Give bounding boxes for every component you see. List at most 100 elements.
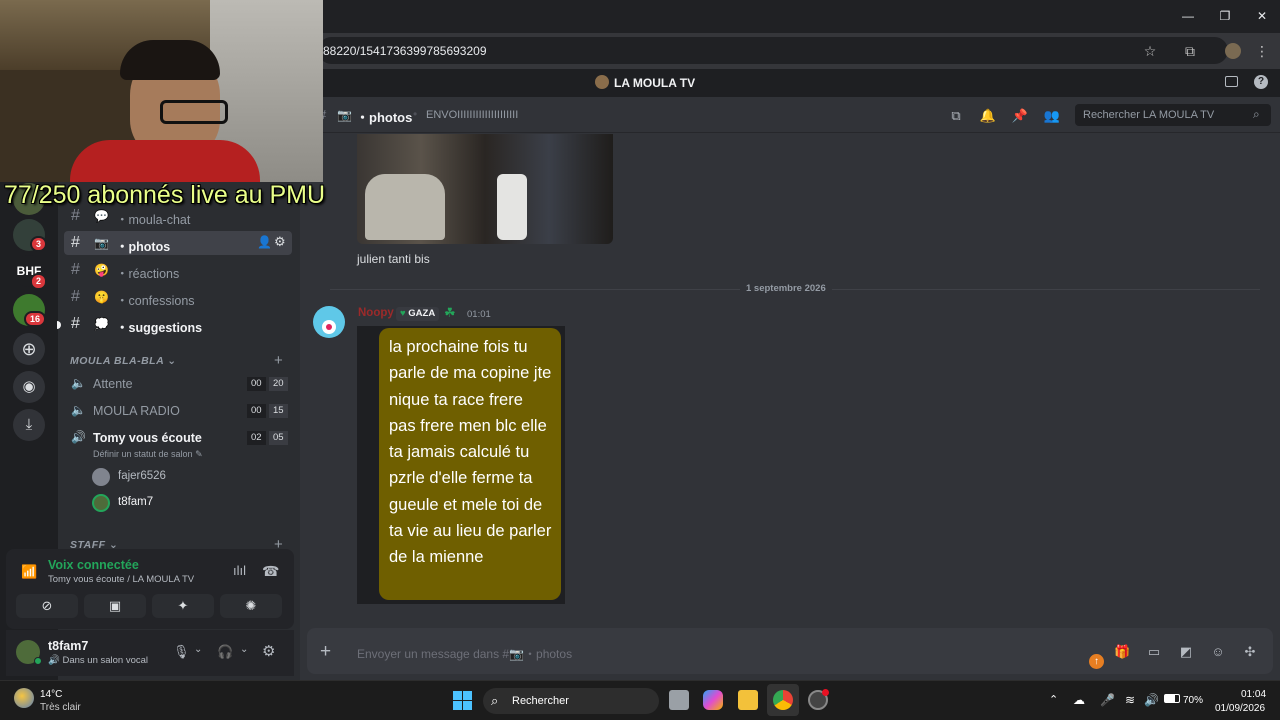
maximize-icon[interactable]: ❐: [1217, 8, 1233, 24]
headphones-icon[interactable]: 🎧: [217, 644, 233, 660]
minimize-icon[interactable]: —: [1180, 8, 1196, 24]
channel-emoji: 🤪: [94, 263, 109, 277]
search-input[interactable]: Rechercher LA MOULA TV: [1083, 109, 1214, 121]
member-list-icon[interactable]: 👥: [1043, 107, 1061, 125]
search-icon[interactable]: ⌕: [1253, 107, 1260, 122]
text-channel-icon: #: [71, 288, 80, 305]
taskbar-search[interactable]: [483, 688, 659, 714]
url-text[interactable]: 88220/1541736399785693209: [323, 44, 487, 58]
server-icon-bhf[interactable]: BHF 2: [13, 255, 48, 290]
inbox-icon[interactable]: [1225, 76, 1238, 87]
mic-icon[interactable]: 🎙: [173, 644, 190, 660]
disconnect-icon[interactable]: ☎: [262, 563, 279, 580]
menu-kebab-icon[interactable]: ⋮: [1253, 42, 1271, 60]
add-server-icon[interactable]: ⊕: [13, 333, 45, 365]
bookmark-star-icon[interactable]: ☆: [1141, 42, 1159, 60]
screen-share-button[interactable]: ▣: [84, 594, 146, 618]
soundboard-button[interactable]: ✺: [220, 594, 282, 618]
add-channel-icon[interactable]: +: [274, 352, 283, 369]
channel-confessions[interactable]: # 🤫 ・confessions: [64, 285, 292, 309]
task-view-icon[interactable]: [669, 690, 689, 710]
battery-percent[interactable]: 70%: [1183, 695, 1203, 706]
file-explorer-icon[interactable]: [738, 690, 758, 710]
help-icon[interactable]: ?: [1254, 75, 1268, 89]
battery-icon[interactable]: [1164, 694, 1180, 703]
unread-badge: 2: [30, 273, 48, 290]
gift-icon[interactable]: 🎁: [1114, 644, 1130, 660]
channel-photos[interactable]: # 📷 ・photos 👤 ⚙: [64, 231, 292, 255]
copilot-icon[interactable]: [703, 690, 723, 710]
extensions-icon[interactable]: ⧉: [1181, 42, 1199, 60]
set-channel-status[interactable]: Définir un statut de salon ✎: [93, 449, 203, 460]
boost-icon[interactable]: ↑: [1089, 654, 1104, 669]
channel-topic[interactable]: ENVOIIIIIIIIIIIIIIIIIIII: [426, 109, 518, 121]
server-title: LA MOULA TV: [614, 76, 696, 90]
chevron-up-icon[interactable]: ⌃: [1049, 693, 1058, 706]
voice-location[interactable]: Tomy vous écoute / LA MOULA TV: [48, 574, 194, 585]
wifi-icon[interactable]: ≋: [1125, 693, 1135, 707]
chevron-down-icon[interactable]: ⌄: [240, 644, 248, 655]
photo-object: [497, 174, 527, 240]
apps-icon[interactable]: ✣: [1242, 644, 1258, 660]
download-icon[interactable]: ⤓: [13, 409, 45, 441]
invite-icon[interactable]: 👤: [257, 235, 272, 249]
user-settings-icon[interactable]: ⚙: [262, 642, 275, 660]
image-attachment[interactable]: [357, 134, 613, 244]
battery-fill: [1165, 695, 1175, 702]
photo-object: [365, 174, 445, 240]
camera-off-button[interactable]: ⊘: [16, 594, 78, 618]
channel-reactions[interactable]: # 🤪 ・réactions: [64, 258, 292, 282]
user-panel: [6, 630, 294, 676]
gear-icon[interactable]: ⚙: [274, 234, 286, 250]
author-name[interactable]: Noopy: [358, 307, 394, 319]
voice-status: Voix connectée: [48, 558, 139, 572]
message-input[interactable]: Envoyer un message dans #📷・photos: [357, 645, 572, 662]
channel-name: ・moula-chat: [116, 213, 191, 227]
attach-plus-icon[interactable]: +: [320, 641, 331, 663]
stream-overlay-text: 77/250 abonnés live au PMU: [4, 181, 326, 209]
channel-name: ・suggestions: [116, 321, 203, 335]
activities-button[interactable]: ✦: [152, 594, 214, 618]
clock-date[interactable]: 01/09/2026: [1215, 703, 1265, 714]
search-icon: ⌕: [491, 693, 499, 708]
avatar: [92, 468, 110, 486]
server-icon[interactable]: 16: [13, 294, 47, 327]
clock-time[interactable]: 01:04: [1241, 689, 1266, 700]
channel-suggestions[interactable]: # 💭 ・suggestions: [64, 312, 292, 336]
voice-channel-attente[interactable]: 🔈 Attente 00 20: [64, 372, 292, 396]
date-divider: 1 septembre 2026: [740, 283, 832, 294]
voice-channel-moula-radio[interactable]: 🔈 MOULA RADIO 00 15: [64, 399, 292, 423]
noise-suppression-icon[interactable]: ılıl: [233, 563, 246, 578]
bell-icon[interactable]: 🔔: [979, 107, 997, 125]
chevron-down-icon[interactable]: ⌄: [194, 644, 202, 655]
server-icon[interactable]: 3: [13, 219, 48, 252]
weather-desc[interactable]: Très clair: [40, 702, 81, 713]
signal-icon[interactable]: 📶: [21, 564, 37, 580]
author-avatar[interactable]: [313, 306, 345, 338]
close-icon[interactable]: ✕: [1254, 8, 1270, 24]
cloud-icon[interactable]: ☁: [1073, 693, 1085, 707]
pin-icon[interactable]: 📌: [1011, 107, 1029, 125]
server-icon-small: [595, 75, 609, 89]
profile-avatar[interactable]: [1225, 43, 1241, 59]
voice-channel-tomy[interactable]: 🔊 Tomy vous écoute 02 05: [64, 426, 292, 450]
category-moula-bla-bla[interactable]: MOULA BLA-BLA ⌄: [70, 355, 177, 367]
volume-icon[interactable]: 🔊: [1144, 693, 1159, 707]
emoji-icon[interactable]: ☺: [1210, 644, 1226, 660]
explore-icon[interactable]: ◉: [13, 371, 45, 403]
server-tag[interactable]: ♥ GAZA: [396, 307, 440, 321]
chrome-icon[interactable]: [773, 690, 793, 710]
gif-icon[interactable]: ▭: [1146, 644, 1162, 660]
header-divider: •: [413, 107, 418, 121]
weather-icon[interactable]: [14, 688, 34, 708]
role-icon: ☘: [444, 305, 456, 320]
user-name[interactable]: t8fam7: [48, 639, 88, 653]
threads-icon[interactable]: ⧉: [947, 107, 965, 125]
channel-emoji: 💬: [94, 209, 109, 223]
sticker-icon[interactable]: ◩: [1178, 644, 1194, 660]
weather-temp[interactable]: 14°C: [40, 689, 62, 700]
user-status: 🔊 Dans un salon vocal: [48, 655, 149, 666]
windows-start-icon[interactable]: [453, 691, 472, 710]
mic-icon[interactable]: 🎤: [1100, 693, 1115, 707]
taskbar-search-label[interactable]: Rechercher: [512, 695, 569, 707]
